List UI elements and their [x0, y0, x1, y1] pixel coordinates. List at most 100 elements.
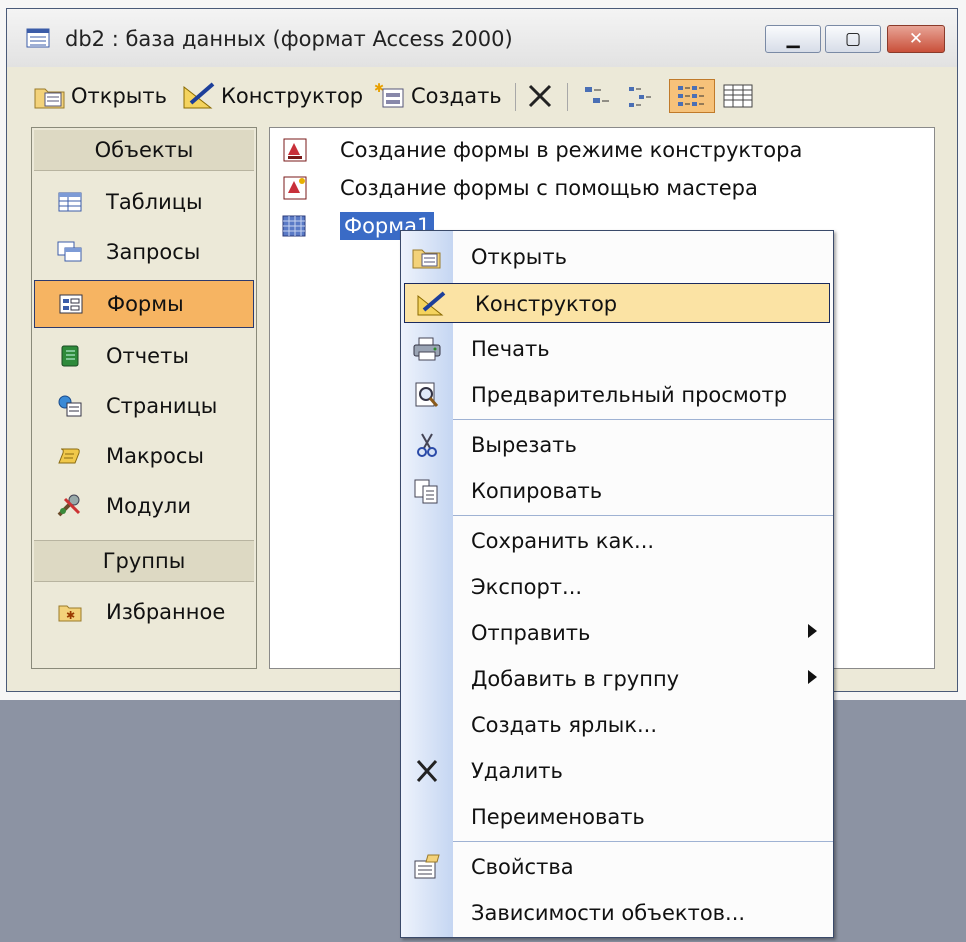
menu-item-label: Конструктор	[475, 292, 618, 316]
menu-item-label: Печать	[471, 337, 550, 361]
sidebar-item-label: Модули	[106, 494, 191, 518]
menu-item-open[interactable]: Открыть	[401, 237, 833, 277]
list-item-label: Создание формы с помощью мастера	[340, 176, 758, 200]
large-icons-view-button[interactable]	[579, 79, 617, 113]
title-bar[interactable]: db2 : база данных (формат Access 2000) ▁…	[7, 9, 957, 67]
menu-item-label: Отправить	[471, 621, 591, 645]
menu-item-label: Предварительный просмотр	[471, 383, 788, 407]
sidebar-item-forms[interactable]: Формы	[34, 280, 254, 328]
minimize-icon: ▁	[786, 29, 800, 49]
maximize-icon: ▢	[844, 29, 862, 49]
report-icon	[34, 344, 106, 368]
sidebar-item-label: Страницы	[106, 394, 218, 418]
table-icon	[34, 190, 106, 214]
properties-icon	[411, 853, 443, 881]
favorites-icon: ✱	[34, 600, 106, 624]
sidebar-item-label: Макросы	[106, 444, 204, 468]
list-view-button[interactable]	[669, 79, 715, 113]
close-icon: ✕	[908, 29, 924, 49]
form-icon	[35, 292, 107, 316]
design-ruler-icon	[183, 82, 215, 109]
menu-item-copy[interactable]: Копировать	[401, 471, 833, 511]
menu-item-label: Открыть	[471, 245, 567, 269]
small-icons-view-icon	[629, 87, 651, 107]
menu-item-add-to-group[interactable]: Добавить в группу	[401, 659, 833, 699]
design-button[interactable]: Конструктор	[181, 79, 363, 113]
close-button[interactable]: ✕	[887, 25, 945, 53]
sidebar-item-label: Таблицы	[106, 190, 203, 214]
menu-item-dependencies[interactable]: Зависимости объектов...	[401, 893, 833, 933]
delete-button[interactable]	[525, 79, 559, 113]
groups-header[interactable]: Группы	[34, 540, 254, 582]
form-object-icon	[280, 213, 340, 239]
menu-item-label: Добавить в группу	[471, 667, 680, 691]
sidebar-item-label: Формы	[107, 292, 184, 316]
list-view-icon	[678, 86, 704, 106]
maximize-button[interactable]: ▢	[825, 25, 881, 53]
minimize-button[interactable]: ▁	[765, 25, 821, 53]
group-item-label: Избранное	[106, 600, 226, 624]
new-form-wizard-icon	[280, 173, 340, 203]
menu-item-label: Экспорт...	[471, 575, 583, 599]
design-icon	[415, 290, 447, 318]
create-button[interactable]: ✱ Создать	[373, 79, 502, 113]
sidebar-item-label: Запросы	[106, 240, 201, 264]
menu-item-label: Свойства	[471, 855, 574, 879]
objects-header[interactable]: Объекты	[34, 130, 254, 171]
list-item-label: Создание формы в режиме конструктора	[340, 138, 803, 162]
menu-item-design[interactable]: Конструктор	[404, 283, 830, 323]
details-view-icon	[723, 84, 753, 108]
menu-item-label: Вырезать	[471, 433, 577, 457]
query-icon	[34, 240, 106, 264]
list-item[interactable]: Создание формы в режиме конструктора	[280, 132, 802, 168]
details-view-button[interactable]	[721, 79, 759, 113]
preview-icon	[411, 381, 443, 409]
database-icon	[25, 27, 53, 51]
menu-item-label: Сохранить как...	[471, 529, 655, 553]
submenu-arrow-icon	[808, 624, 817, 638]
delete-icon	[411, 757, 443, 785]
menu-item-send[interactable]: Отправить	[401, 613, 833, 653]
sidebar-item-macros[interactable]: Макросы	[34, 432, 254, 480]
page-icon	[34, 394, 106, 418]
sidebar-item-queries[interactable]: Запросы	[34, 228, 254, 276]
menu-item-label: Копировать	[471, 479, 603, 503]
menu-item-export[interactable]: Экспорт...	[401, 567, 833, 607]
menu-item-cut[interactable]: Вырезать	[401, 425, 833, 465]
menu-item-print[interactable]: Печать	[401, 329, 833, 369]
menu-item-preview[interactable]: Предварительный просмотр	[401, 375, 833, 415]
sidebar-item-modules[interactable]: Модули	[34, 482, 254, 530]
module-icon	[34, 493, 106, 519]
toolbar-separator	[567, 83, 568, 111]
menu-item-delete[interactable]: Удалить	[401, 751, 833, 791]
create-label: Создать	[411, 84, 502, 108]
submenu-arrow-icon	[808, 670, 817, 684]
design-label: Конструктор	[221, 84, 364, 108]
menu-item-properties[interactable]: Свойства	[401, 847, 833, 887]
menu-item-label: Зависимости объектов...	[471, 901, 746, 925]
menu-separator	[453, 515, 833, 516]
cut-icon	[411, 431, 443, 459]
copy-icon	[411, 477, 443, 505]
window-title: db2 : база данных (формат Access 2000)	[65, 27, 513, 51]
new-form-design-icon	[280, 135, 340, 165]
open-label: Открыть	[71, 84, 167, 108]
sidebar-item-pages[interactable]: Страницы	[34, 382, 254, 430]
group-item-favorites[interactable]: ✱ Избранное	[34, 588, 254, 636]
menu-item-save-as[interactable]: Сохранить как...	[401, 521, 833, 561]
toolbar: Открыть Конструктор ✱ Создать	[7, 67, 957, 125]
svg-text:✱: ✱	[66, 609, 75, 622]
sidebar-item-tables[interactable]: Таблицы	[34, 178, 254, 226]
open-icon	[411, 243, 443, 271]
menu-item-rename[interactable]: Переименовать	[401, 797, 833, 837]
toolbar-separator	[515, 83, 516, 111]
open-folder-icon	[34, 88, 65, 109]
context-menu: Открыть Конструктор Печать Предварительн…	[400, 230, 834, 938]
small-icons-view-button[interactable]	[625, 79, 663, 113]
large-icons-view-icon	[585, 87, 609, 103]
list-item[interactable]: Создание формы с помощью мастера	[280, 170, 758, 206]
objects-panel: Объекты Таблицы Запросы Формы Отчеты Стр…	[31, 127, 257, 669]
menu-item-create-shortcut[interactable]: Создать ярлык...	[401, 705, 833, 745]
sidebar-item-reports[interactable]: Отчеты	[34, 332, 254, 380]
open-button[interactable]: Открыть	[33, 79, 167, 113]
